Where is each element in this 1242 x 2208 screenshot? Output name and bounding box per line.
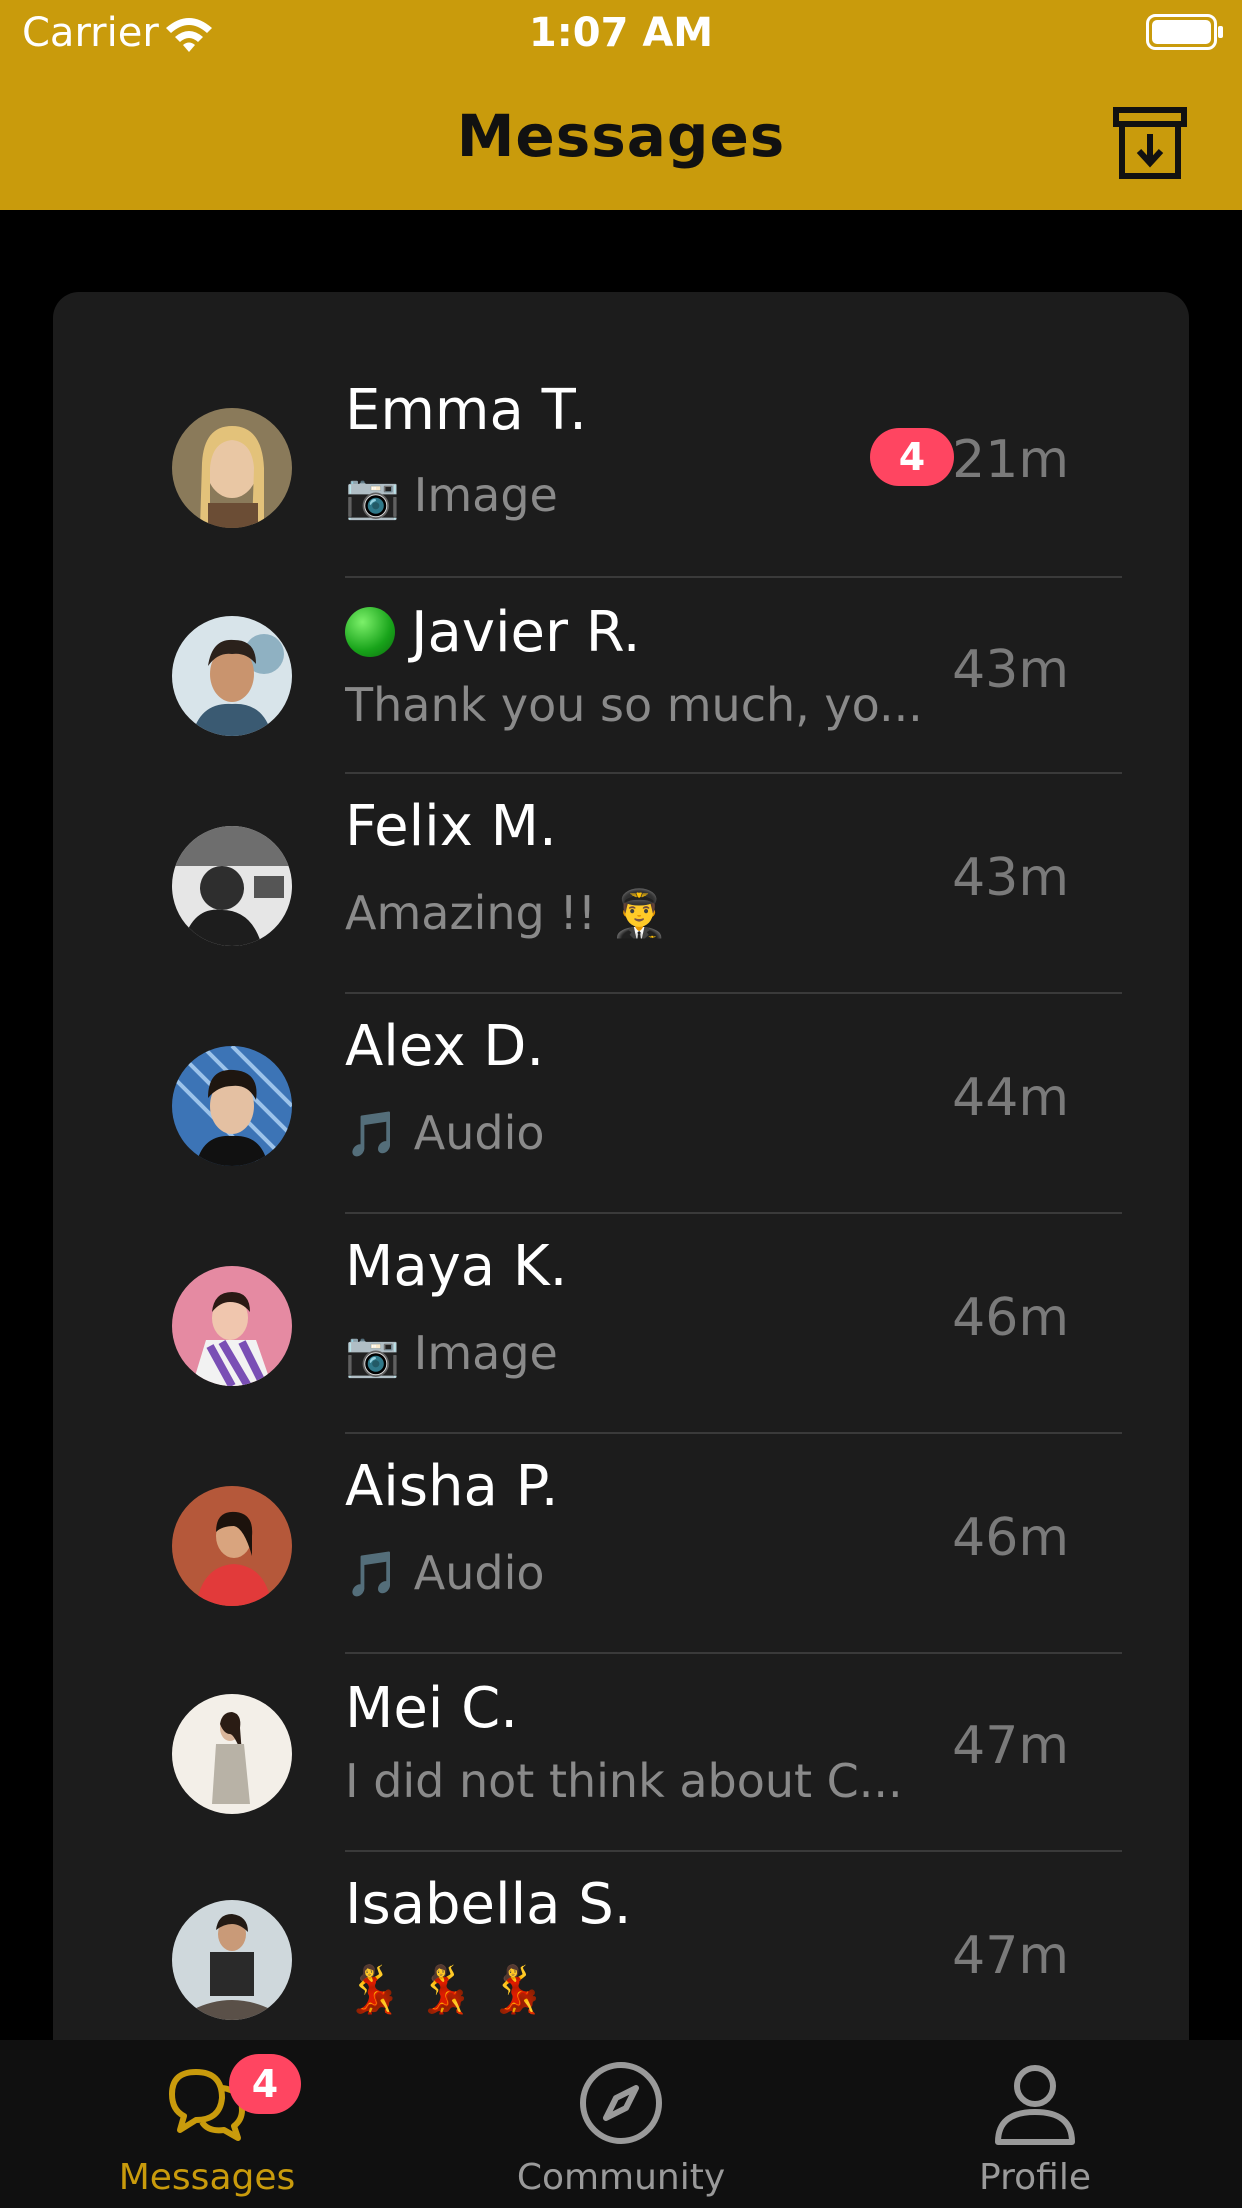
- message-time: 21m: [952, 430, 1069, 490]
- conversation-row[interactable]: Isabella S. 💃 💃 💃 47m: [53, 1852, 1189, 2070]
- avatar: [172, 1046, 292, 1166]
- tab-label: Messages: [118, 2157, 296, 2198]
- preview-text: Image: [413, 468, 558, 522]
- avatar: [172, 1266, 292, 1386]
- tab-badge: 4: [229, 2054, 301, 2114]
- message-time: 43m: [952, 848, 1069, 908]
- tab-bar: 4 Messages Community Profile: [0, 2040, 1242, 2208]
- battery-icon: [1146, 14, 1223, 50]
- message-preview: 💃 💃 💃: [345, 1962, 985, 2017]
- camera-icon: 📷: [345, 1329, 400, 1380]
- conversation-row[interactable]: Mei C. I did not think about C... 47m: [53, 1654, 1189, 1850]
- archive-download-icon[interactable]: [1112, 106, 1188, 182]
- header-bar: Carrier 1:07 AM Messages: [0, 0, 1242, 210]
- contact-name: Aisha P.: [345, 1454, 559, 1519]
- conversation-row[interactable]: Felix M. Amazing !! 👨‍✈️ 43m: [53, 774, 1189, 992]
- preview-text: 💃 💃 💃: [345, 1962, 547, 2016]
- preview-text: Audio: [413, 1106, 545, 1160]
- avatar: [172, 408, 292, 528]
- message-time: 43m: [952, 640, 1069, 700]
- tab-messages[interactable]: 4 Messages: [57, 2040, 357, 2208]
- conversation-row[interactable]: Aisha P. 🎵 Audio 46m: [53, 1434, 1189, 1652]
- preview-text: Audio: [413, 1546, 545, 1600]
- tab-profile[interactable]: Profile: [885, 2040, 1185, 2208]
- message-preview: Thank you so much, yo...: [345, 678, 985, 732]
- message-time: 46m: [952, 1288, 1069, 1348]
- conversation-row[interactable]: Javier R. Thank you so much, yo... 43m: [53, 578, 1189, 772]
- music-note-icon: 🎵: [345, 1109, 400, 1160]
- page-title: Messages: [456, 102, 786, 170]
- message-time: 47m: [952, 1926, 1069, 1986]
- contact-name: Felix M.: [345, 794, 557, 859]
- avatar: [172, 1900, 292, 2020]
- music-note-icon: 🎵: [345, 1549, 400, 1600]
- contact-name-text: Javier R.: [411, 600, 641, 665]
- avatar: [172, 616, 292, 736]
- message-preview: Amazing !! 👨‍✈️: [345, 886, 985, 941]
- preview-text: Thank you so much, yo...: [345, 678, 923, 732]
- avatar: [172, 1486, 292, 1606]
- contact-name: Alex D.: [345, 1014, 545, 1079]
- contact-name: Emma T.: [345, 378, 587, 443]
- unread-badge: 4: [870, 428, 954, 486]
- message-time: 47m: [952, 1716, 1069, 1776]
- online-status-icon: [345, 607, 395, 657]
- preview-text: Amazing !! 👨‍✈️: [345, 886, 669, 940]
- status-time: 1:07 AM: [528, 10, 714, 56]
- avatar: [172, 826, 292, 946]
- compass-icon: [580, 2062, 662, 2144]
- avatar: [172, 1694, 292, 1814]
- contact-name: Mei C.: [345, 1676, 519, 1741]
- message-time: 44m: [952, 1068, 1069, 1128]
- conversation-row[interactable]: Emma T. 📷 Image 4 21m: [53, 352, 1189, 572]
- preview-text: I did not think about C...: [345, 1754, 903, 1808]
- conversation-row[interactable]: Alex D. 🎵 Audio 44m: [53, 994, 1189, 1212]
- message-preview: I did not think about C...: [345, 1754, 985, 1808]
- contact-name: Javier R.: [345, 600, 641, 665]
- message-preview: 🎵 Audio: [345, 1546, 985, 1600]
- conversation-list: Emma T. 📷 Image 4 21m Javier R. Thank you…: [53, 292, 1189, 2112]
- conversation-row[interactable]: Maya K. 📷 Image 46m: [53, 1214, 1189, 1432]
- contact-name: Maya K.: [345, 1234, 568, 1299]
- message-preview: 🎵 Audio: [345, 1106, 985, 1160]
- person-icon: [995, 2065, 1075, 2145]
- message-preview: 📷 Image: [345, 1326, 985, 1380]
- message-time: 46m: [952, 1508, 1069, 1568]
- preview-text: Image: [413, 1326, 558, 1380]
- tab-community[interactable]: Community: [471, 2040, 771, 2208]
- contact-name: Isabella S.: [345, 1872, 632, 1937]
- tab-label: Community: [516, 2157, 726, 2198]
- tab-label: Profile: [979, 2157, 1091, 2198]
- camera-icon: 📷: [345, 471, 400, 522]
